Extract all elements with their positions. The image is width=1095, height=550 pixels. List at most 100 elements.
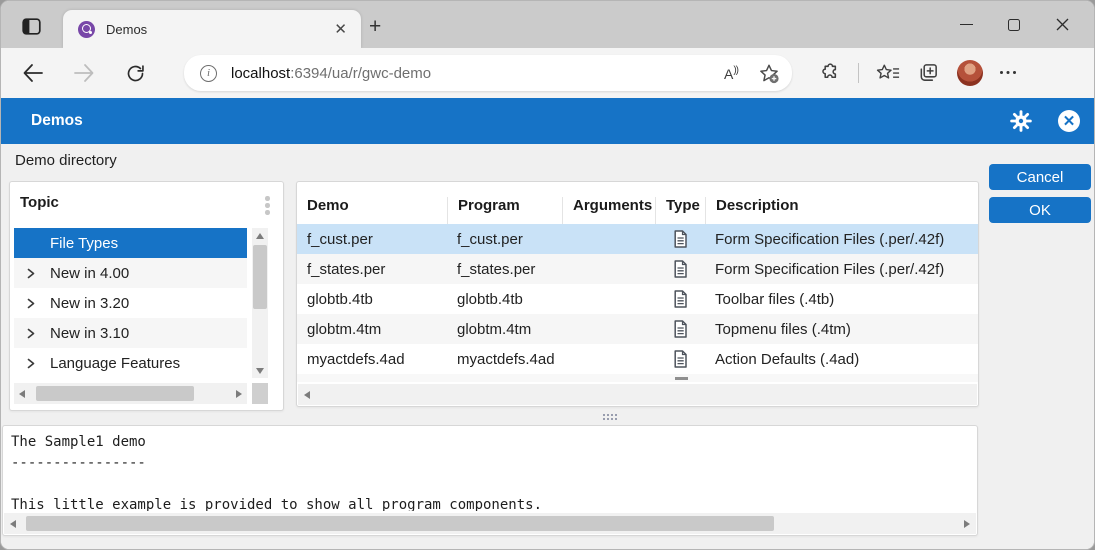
table-row[interactable]: f_states.perf_states.per Form Specificat… (297, 254, 978, 284)
table-horizontal-scrollbar[interactable] (298, 384, 977, 405)
add-favorite-icon[interactable] (758, 63, 780, 84)
cell-type (655, 350, 705, 368)
tree-item[interactable]: Language Features (14, 348, 247, 378)
url-path: :6394/ua/r/gwc-demo (290, 65, 431, 82)
cell-type (655, 260, 705, 278)
maximize-button[interactable] (990, 5, 1038, 45)
url-bar[interactable]: i localhost:6394/ua/r/gwc-demo A)) (184, 55, 792, 91)
scroll-up-arrow[interactable] (252, 228, 268, 243)
forward-button[interactable] (70, 59, 98, 87)
refresh-button[interactable] (121, 59, 149, 87)
ok-button[interactable]: OK (989, 197, 1091, 223)
profile-avatar[interactable] (957, 60, 983, 86)
scroll-thumb[interactable] (26, 516, 774, 531)
column-header[interactable]: Program (447, 197, 562, 224)
table-body: f_cust.perf_cust.per Form Specification … (297, 224, 978, 374)
page-title: Demo directory (15, 152, 117, 169)
cell-program: f_cust.per (447, 231, 562, 248)
tab-close-icon[interactable]: ✕ (330, 20, 351, 38)
cell-program: myactdefs.4ad (447, 351, 562, 368)
settings-gear-icon[interactable] (1010, 110, 1032, 132)
url-host: localhost (231, 65, 290, 82)
cell-demo: f_cust.per (297, 231, 447, 248)
scroll-thumb[interactable] (253, 245, 267, 309)
read-aloud-icon[interactable]: A)) (724, 65, 738, 82)
tree-item[interactable]: New in 3.20 (14, 288, 247, 318)
clipped-document-icon (675, 377, 688, 380)
tree-list: File Types New in 4.00 New in 3.20 New i… (14, 228, 247, 378)
document-icon (673, 290, 688, 308)
info-horizontal-scrollbar[interactable] (4, 513, 976, 534)
scroll-down-arrow[interactable] (252, 363, 268, 378)
browser-menu-icon[interactable] (1000, 71, 1018, 75)
cell-description: Toolbar files (.4tb) (705, 291, 978, 308)
cell-type (655, 320, 705, 338)
column-header[interactable]: Type (655, 197, 705, 224)
topic-panel: Topic File Types New in 4.00 New in 3.20… (9, 181, 284, 411)
table-row[interactable]: myactdefs.4admyactdefs.4ad Action Defaul… (297, 344, 978, 374)
tree-item-label: New in 4.00 (50, 265, 129, 282)
toolbar-right-icons (818, 60, 1018, 86)
scroll-left-arrow[interactable] (10, 520, 16, 528)
url-text[interactable]: localhost:6394/ua/r/gwc-demo (231, 65, 724, 82)
panel-splitter-handle[interactable] (601, 412, 621, 422)
app-header: Demos ✕ (1, 98, 1094, 144)
cell-description: Topmenu files (.4tm) (705, 321, 978, 338)
collections-icon[interactable] (917, 62, 940, 84)
document-icon (673, 260, 688, 278)
window-controls (942, 1, 1086, 48)
column-header[interactable]: Demo (297, 197, 447, 224)
app-close-icon[interactable]: ✕ (1058, 110, 1080, 132)
tree-item-label: File Types (50, 235, 118, 252)
cell-program: f_states.per (447, 261, 562, 278)
column-header[interactable]: Description (705, 197, 978, 224)
cell-program: globtm.4tm (447, 321, 562, 338)
topic-vertical-scrollbar[interactable] (252, 228, 268, 378)
extensions-icon[interactable] (818, 62, 841, 85)
demo-table-panel: DemoProgramArgumentsTypeDescription f_cu… (296, 181, 979, 407)
table-row[interactable]: globtb.4tbglobtb.4tb Toolbar files (.4tb… (297, 284, 978, 314)
close-icon (1056, 18, 1069, 31)
chevron-right-icon (26, 268, 36, 279)
chevron-right-icon (26, 358, 36, 369)
topic-horizontal-scrollbar[interactable] (14, 383, 247, 404)
cell-description: Form Specification Files (.per/.42f) (705, 261, 978, 278)
document-icon (673, 320, 688, 338)
tree-item[interactable]: New in 3.10 (14, 318, 247, 348)
scroll-left-arrow[interactable] (304, 391, 310, 399)
topic-menu-icon[interactable] (265, 196, 270, 201)
column-header[interactable]: Arguments (562, 197, 655, 224)
document-icon (673, 350, 688, 368)
toolbar-divider (858, 63, 859, 83)
scroll-right-arrow[interactable] (236, 390, 242, 398)
scroll-thumb[interactable] (36, 386, 194, 401)
table-row[interactable]: globtm.4tmglobtm.4tm Topmenu files (.4tm… (297, 314, 978, 344)
site-info-icon[interactable]: i (200, 65, 217, 82)
topic-panel-title: Topic (20, 194, 59, 211)
cell-type (655, 290, 705, 308)
table-row[interactable]: f_cust.perf_cust.per Form Specification … (297, 224, 978, 254)
browser-tab[interactable]: Demos ✕ (63, 10, 361, 48)
tree-item[interactable]: New in 4.00 (14, 258, 247, 288)
tree-item-label: Language Features (50, 355, 180, 372)
scroll-left-arrow[interactable] (19, 390, 25, 398)
tab-title: Demos (106, 22, 330, 37)
scroll-right-arrow[interactable] (964, 520, 970, 528)
minimize-button[interactable] (942, 5, 990, 45)
tab-actions-icon[interactable] (17, 13, 45, 39)
cancel-button[interactable]: Cancel (989, 164, 1091, 190)
description-panel: The Sample1 demo ---------------- This l… (2, 425, 978, 536)
close-window-button[interactable] (1038, 5, 1086, 45)
back-button[interactable] (19, 59, 47, 87)
tree-item[interactable]: File Types (14, 228, 247, 258)
chevron-right-icon (26, 328, 36, 339)
cell-demo: globtm.4tm (297, 321, 447, 338)
cell-program: globtb.4tb (447, 291, 562, 308)
favorites-bar-icon[interactable] (876, 63, 900, 84)
page-content: Demos ✕ Demo directory Topic Fi (1, 98, 1094, 550)
cell-description: Form Specification Files (.per/.42f) (705, 231, 978, 248)
browser-window: Demos ✕ + i localhost:6394/ua/r/gwc-demo (0, 0, 1095, 550)
new-tab-button[interactable]: + (369, 15, 381, 39)
app-title: Demos (31, 112, 83, 130)
cell-demo: f_states.per (297, 261, 447, 278)
